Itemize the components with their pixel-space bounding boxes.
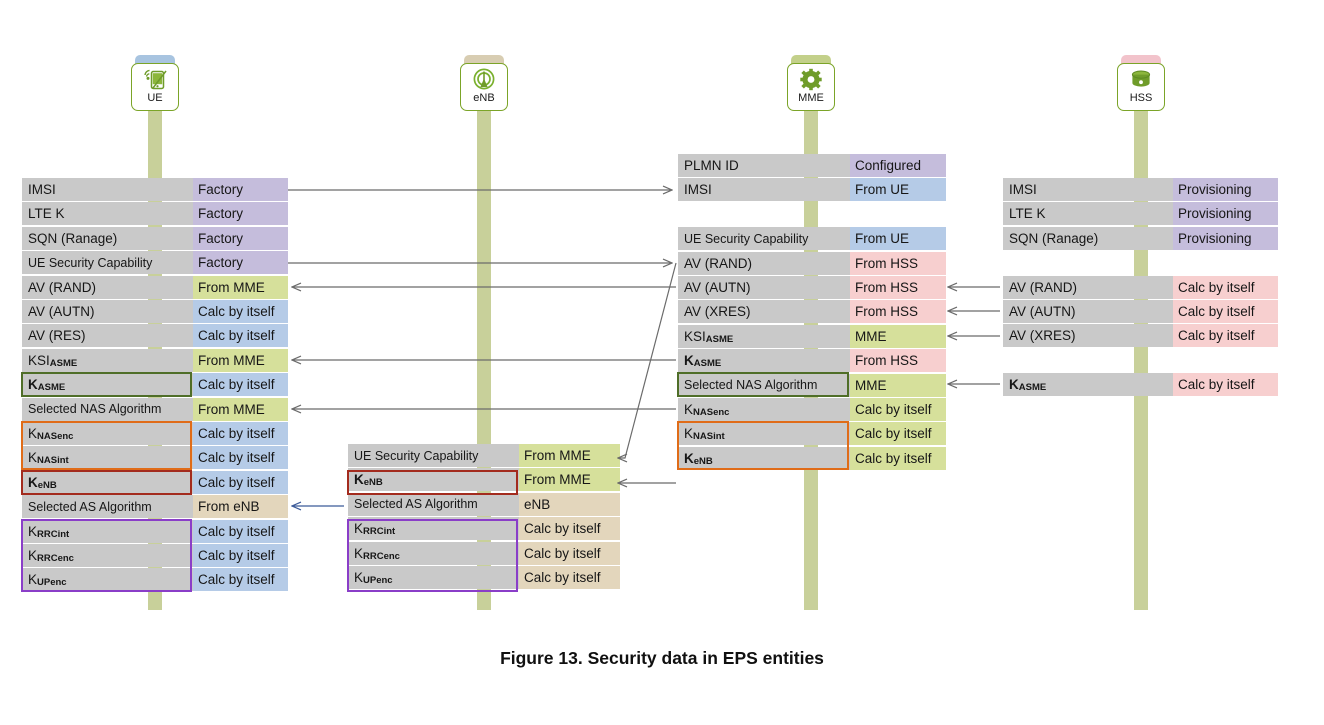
node-hss[interactable]: HSS (1117, 55, 1165, 111)
mobile-device-icon (141, 66, 169, 94)
node-label-ue: UE (147, 92, 163, 104)
gear-icon (798, 66, 824, 94)
node-enb[interactable]: eNB (460, 55, 508, 111)
node-label-mme: MME (798, 92, 824, 104)
diagram-canvas: UE eNB MME HSS IMSI Factory LTE K Factor… (0, 0, 1324, 725)
node-ue[interactable]: UE (131, 55, 179, 111)
database-icon (1128, 66, 1154, 94)
node-label-hss: HSS (1129, 92, 1153, 104)
antenna-tower-icon (471, 66, 497, 94)
node-label-enb: eNB (473, 92, 495, 104)
node-mme[interactable]: MME (787, 55, 835, 111)
